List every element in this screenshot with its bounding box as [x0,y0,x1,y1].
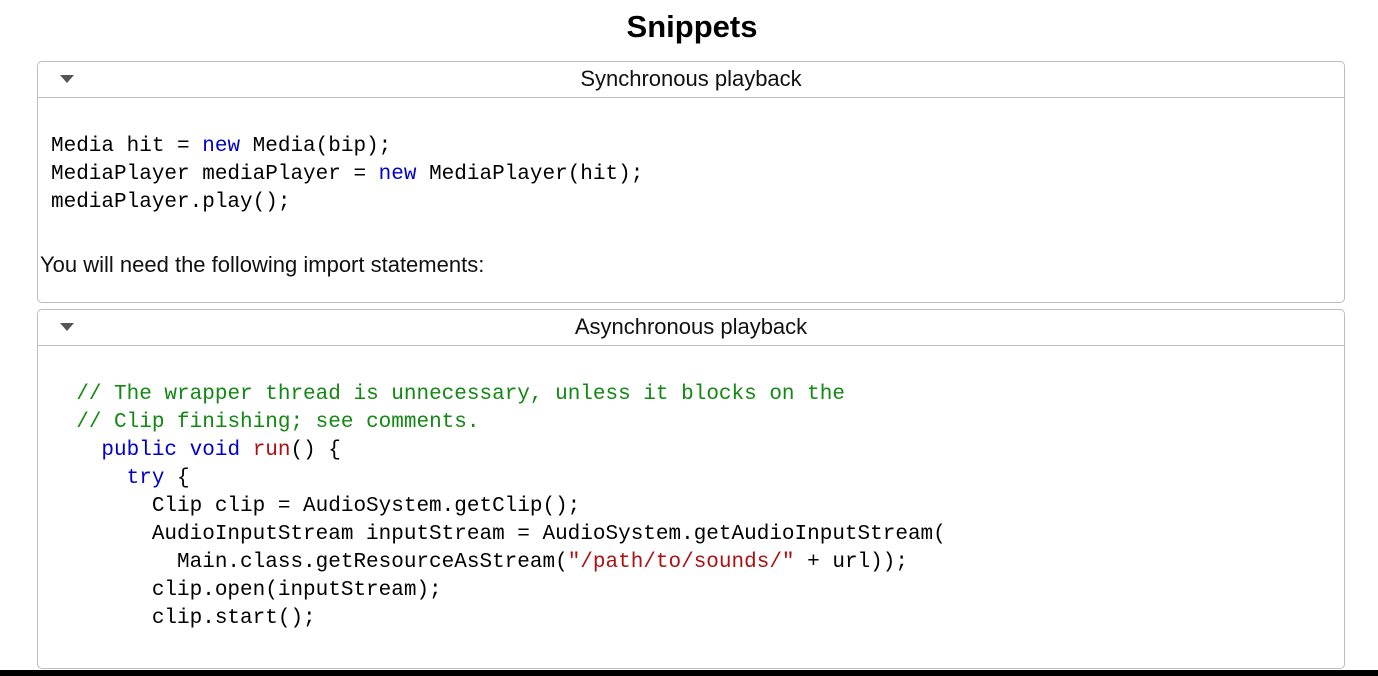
code-line: clip.open(inputStream); [51,579,442,602]
code-token: new [378,163,417,186]
code-token: Media(bip); [240,135,392,158]
code-token: Media hit = [51,135,203,158]
code-line: Media hit = new Media(bip); [51,135,391,158]
panel-header-asynchronous[interactable]: Asynchronous playback [38,310,1344,346]
code-token: // Clip finishing; see comments. [76,411,480,434]
code-line: mediaPlayer.play(); [51,191,290,214]
code-line: // Clip finishing; see comments. [51,411,479,434]
panel-title: Synchronous playback [580,66,802,91]
code-token: { [164,467,190,490]
code-line: try { [51,467,190,490]
code-token: MediaPlayer mediaPlayer = [51,163,379,186]
code-token: + url)); [794,551,908,574]
code-token: Clip clip = AudioSystem.getClip(); [51,495,581,518]
code-token: void [189,439,241,462]
code-token: clip.open(inputStream); [51,579,442,602]
code-token: () { [290,439,341,462]
code-token: try [126,467,165,490]
page: Snippets Synchronous playback Media hit … [0,0,1378,676]
panel-asynchronous-playback: Asynchronous playback // The wrapper thr… [37,309,1345,669]
code-token: clip.start(); [51,607,316,630]
code-line: MediaPlayer mediaPlayer = new MediaPlaye… [51,163,643,186]
code-token: MediaPlayer(hit); [416,163,644,186]
panel-header-synchronous[interactable]: Synchronous playback [38,62,1344,98]
code-token: Main.class.getResourceAsStream( [51,551,568,574]
code-line: Clip clip = AudioSystem.getClip(); [51,495,580,518]
page-title: Snippets [626,9,758,44]
code-line: Main.class.getResourceAsStream("/path/to… [51,551,908,574]
code-token: AudioInputStream inputStream = AudioSyst… [51,523,946,546]
code-line: // The wrapper thread is unnecessary, un… [51,383,845,406]
code-token: new [202,135,241,158]
code-token: // The wrapper thread is unnecessary, un… [76,383,845,406]
code-token: mediaPlayer.play(); [51,191,291,214]
code-line: clip.start(); [51,607,316,630]
code-token: run [252,439,291,462]
panel-synchronous-playback: Synchronous playback Media hit = new Med… [37,61,1345,303]
code-block: // The wrapper thread is unnecessary, un… [51,381,946,633]
code-token: "/path/to/sounds/" [567,551,795,574]
window-bottom-edge [0,670,1378,676]
code-line: AudioInputStream inputStream = AudioSyst… [51,523,946,546]
code-block: Media hit = new Media(bip); MediaPlayer … [51,133,643,217]
code-token: public [101,439,178,462]
import-note: You will need the following import state… [40,252,485,277]
panel-title: Asynchronous playback [574,314,808,339]
code-line: public void run() { [51,439,341,462]
